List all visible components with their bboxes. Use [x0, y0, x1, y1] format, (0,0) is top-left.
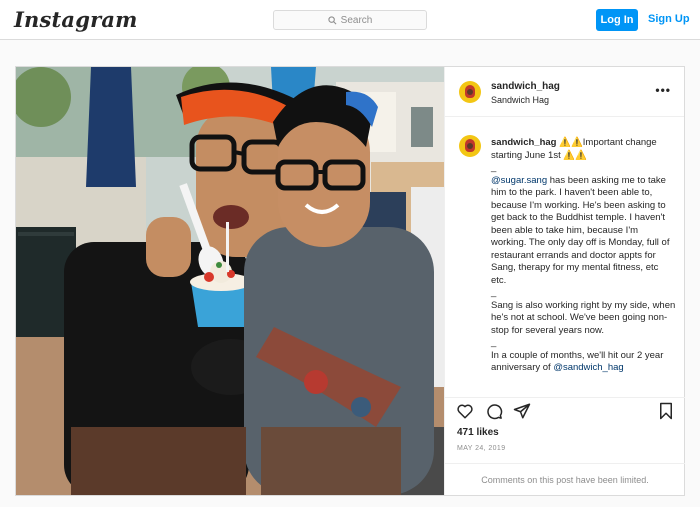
- search-icon: [328, 15, 337, 24]
- share-icon[interactable]: [513, 402, 531, 420]
- comment-icon[interactable]: [485, 402, 503, 420]
- caption-avatar[interactable]: [459, 135, 481, 157]
- caption-text: sandwich_hag ⚠️⚠️Important change starti…: [491, 137, 676, 375]
- post-actions: 471 likes MAY 24, 2019 Comments on this …: [445, 397, 685, 495]
- post-date[interactable]: MAY 24, 2019: [457, 445, 506, 452]
- caption-username[interactable]: sandwich_hag: [491, 137, 556, 148]
- comments-limited-notice: Comments on this post have been limited.: [445, 463, 685, 496]
- search-placeholder: Search: [340, 14, 373, 26]
- caption-dash: _: [491, 337, 497, 348]
- heart-icon[interactable]: [456, 402, 474, 420]
- post-photo-illustration: [16, 67, 444, 495]
- post-username[interactable]: sandwich_hag: [491, 81, 560, 92]
- post-caption: sandwich_hag ⚠️⚠️Important change starti…: [445, 118, 685, 395]
- avatar[interactable]: [459, 81, 481, 103]
- top-navigation-bar: Instagram Search Log In Sign Up: [0, 0, 700, 40]
- post-sidebar: sandwich_hag Sandwich Hag ••• sandwich_h…: [444, 67, 685, 495]
- more-horizontal-icon[interactable]: •••: [655, 83, 671, 97]
- instagram-logo[interactable]: Instagram: [14, 7, 138, 32]
- caption-dash: _: [491, 287, 497, 298]
- search-input[interactable]: Search: [273, 10, 427, 30]
- post-card: sandwich_hag Sandwich Hag ••• sandwich_h…: [15, 66, 685, 496]
- caption-paragraph-1: has been asking me to take him to the pa…: [491, 174, 670, 286]
- post-subtitle: Sandwich Hag: [491, 95, 550, 105]
- signup-link[interactable]: Sign Up: [648, 13, 690, 25]
- mention-link[interactable]: @sugar.sang: [491, 175, 547, 186]
- caption-dash: _: [491, 162, 497, 173]
- mention-link[interactable]: @sandwich_hag: [553, 362, 623, 373]
- bookmark-icon[interactable]: [657, 402, 675, 420]
- post-photo[interactable]: [16, 67, 444, 495]
- caption-paragraph-2: Sang is also working right by my side, w…: [491, 299, 676, 336]
- post-header: sandwich_hag Sandwich Hag •••: [445, 67, 684, 117]
- login-button[interactable]: Log In: [596, 9, 638, 31]
- like-count[interactable]: 471 likes: [457, 427, 499, 438]
